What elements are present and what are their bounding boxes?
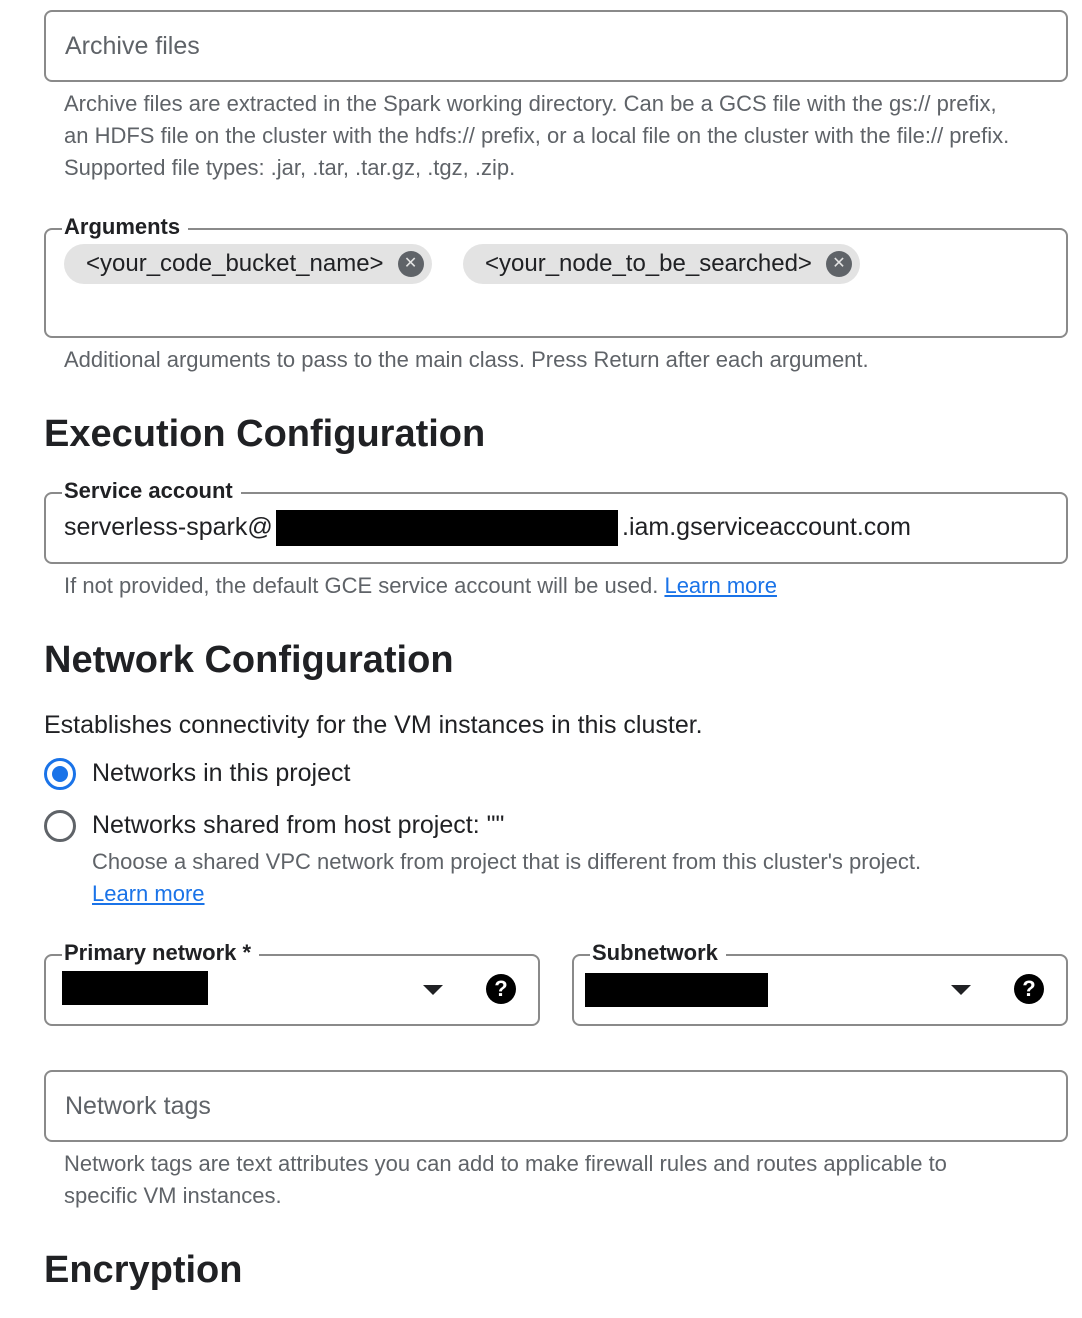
chevron-down-icon[interactable] [951,985,971,995]
execution-configuration-heading: Execution Configuration [44,413,486,455]
encryption-heading: Encryption [44,1249,243,1291]
learn-more-link[interactable]: Learn more [664,573,777,598]
network-description: Establishes connectivity for the VM inst… [44,711,703,739]
radio-networks-in-project[interactable] [44,758,76,790]
redacted-block [276,510,618,546]
help-icon[interactable]: ? [486,974,516,1004]
service-account-value-suffix: .iam.gserviceaccount.com [622,513,912,541]
archive-files-help: Archive files are extracted in the Spark… [64,91,1010,180]
network-tags-placeholder: Network tags [65,1092,211,1120]
argument-chip[interactable]: <your_code_bucket_name> ✕ [64,244,432,284]
service-account-value-prefix: serverless-spark@ [64,513,273,541]
chevron-down-icon[interactable] [423,985,443,995]
radio-networks-in-project-label: Networks in this project [92,759,351,787]
service-account-help: If not provided, the default GCE service… [64,570,777,602]
remove-chip-icon[interactable]: ✕ [397,251,424,277]
redacted-block [585,973,768,1007]
remove-chip-icon[interactable]: ✕ [825,251,852,277]
radio-networks-shared[interactable] [44,810,76,842]
help-icon[interactable]: ? [1014,974,1044,1004]
arguments-label: Arguments [62,213,189,241]
network-tags-help: Network tags are text attributes you can… [64,1151,947,1208]
service-account-label: Service account [62,477,241,505]
arguments-help: Additional arguments to pass to the main… [64,347,869,372]
primary-network-label: Primary network * [62,939,260,967]
network-configuration-heading: Network Configuration [44,639,454,681]
argument-chip[interactable]: <your_node_to_be_searched> ✕ [463,244,860,284]
argument-chip-label: <your_node_to_be_searched> [485,250,812,277]
redacted-block [62,971,208,1005]
shared-network-help: Choose a shared VPC network from project… [92,846,1032,910]
argument-chip-label: <your_code_bucket_name> [86,250,384,277]
service-account-help-text: If not provided, the default GCE service… [64,573,659,598]
radio-networks-shared-label: Networks shared from host project: "" [92,811,505,839]
archive-files-input[interactable]: Archive files [44,10,1068,82]
subnetwork-label: Subnetwork [590,939,726,967]
archive-files-placeholder: Archive files [65,32,200,60]
shared-network-help-text: Choose a shared VPC network from project… [92,849,922,874]
network-tags-input[interactable]: Network tags [44,1070,1068,1142]
learn-more-link[interactable]: Learn more [92,881,205,906]
